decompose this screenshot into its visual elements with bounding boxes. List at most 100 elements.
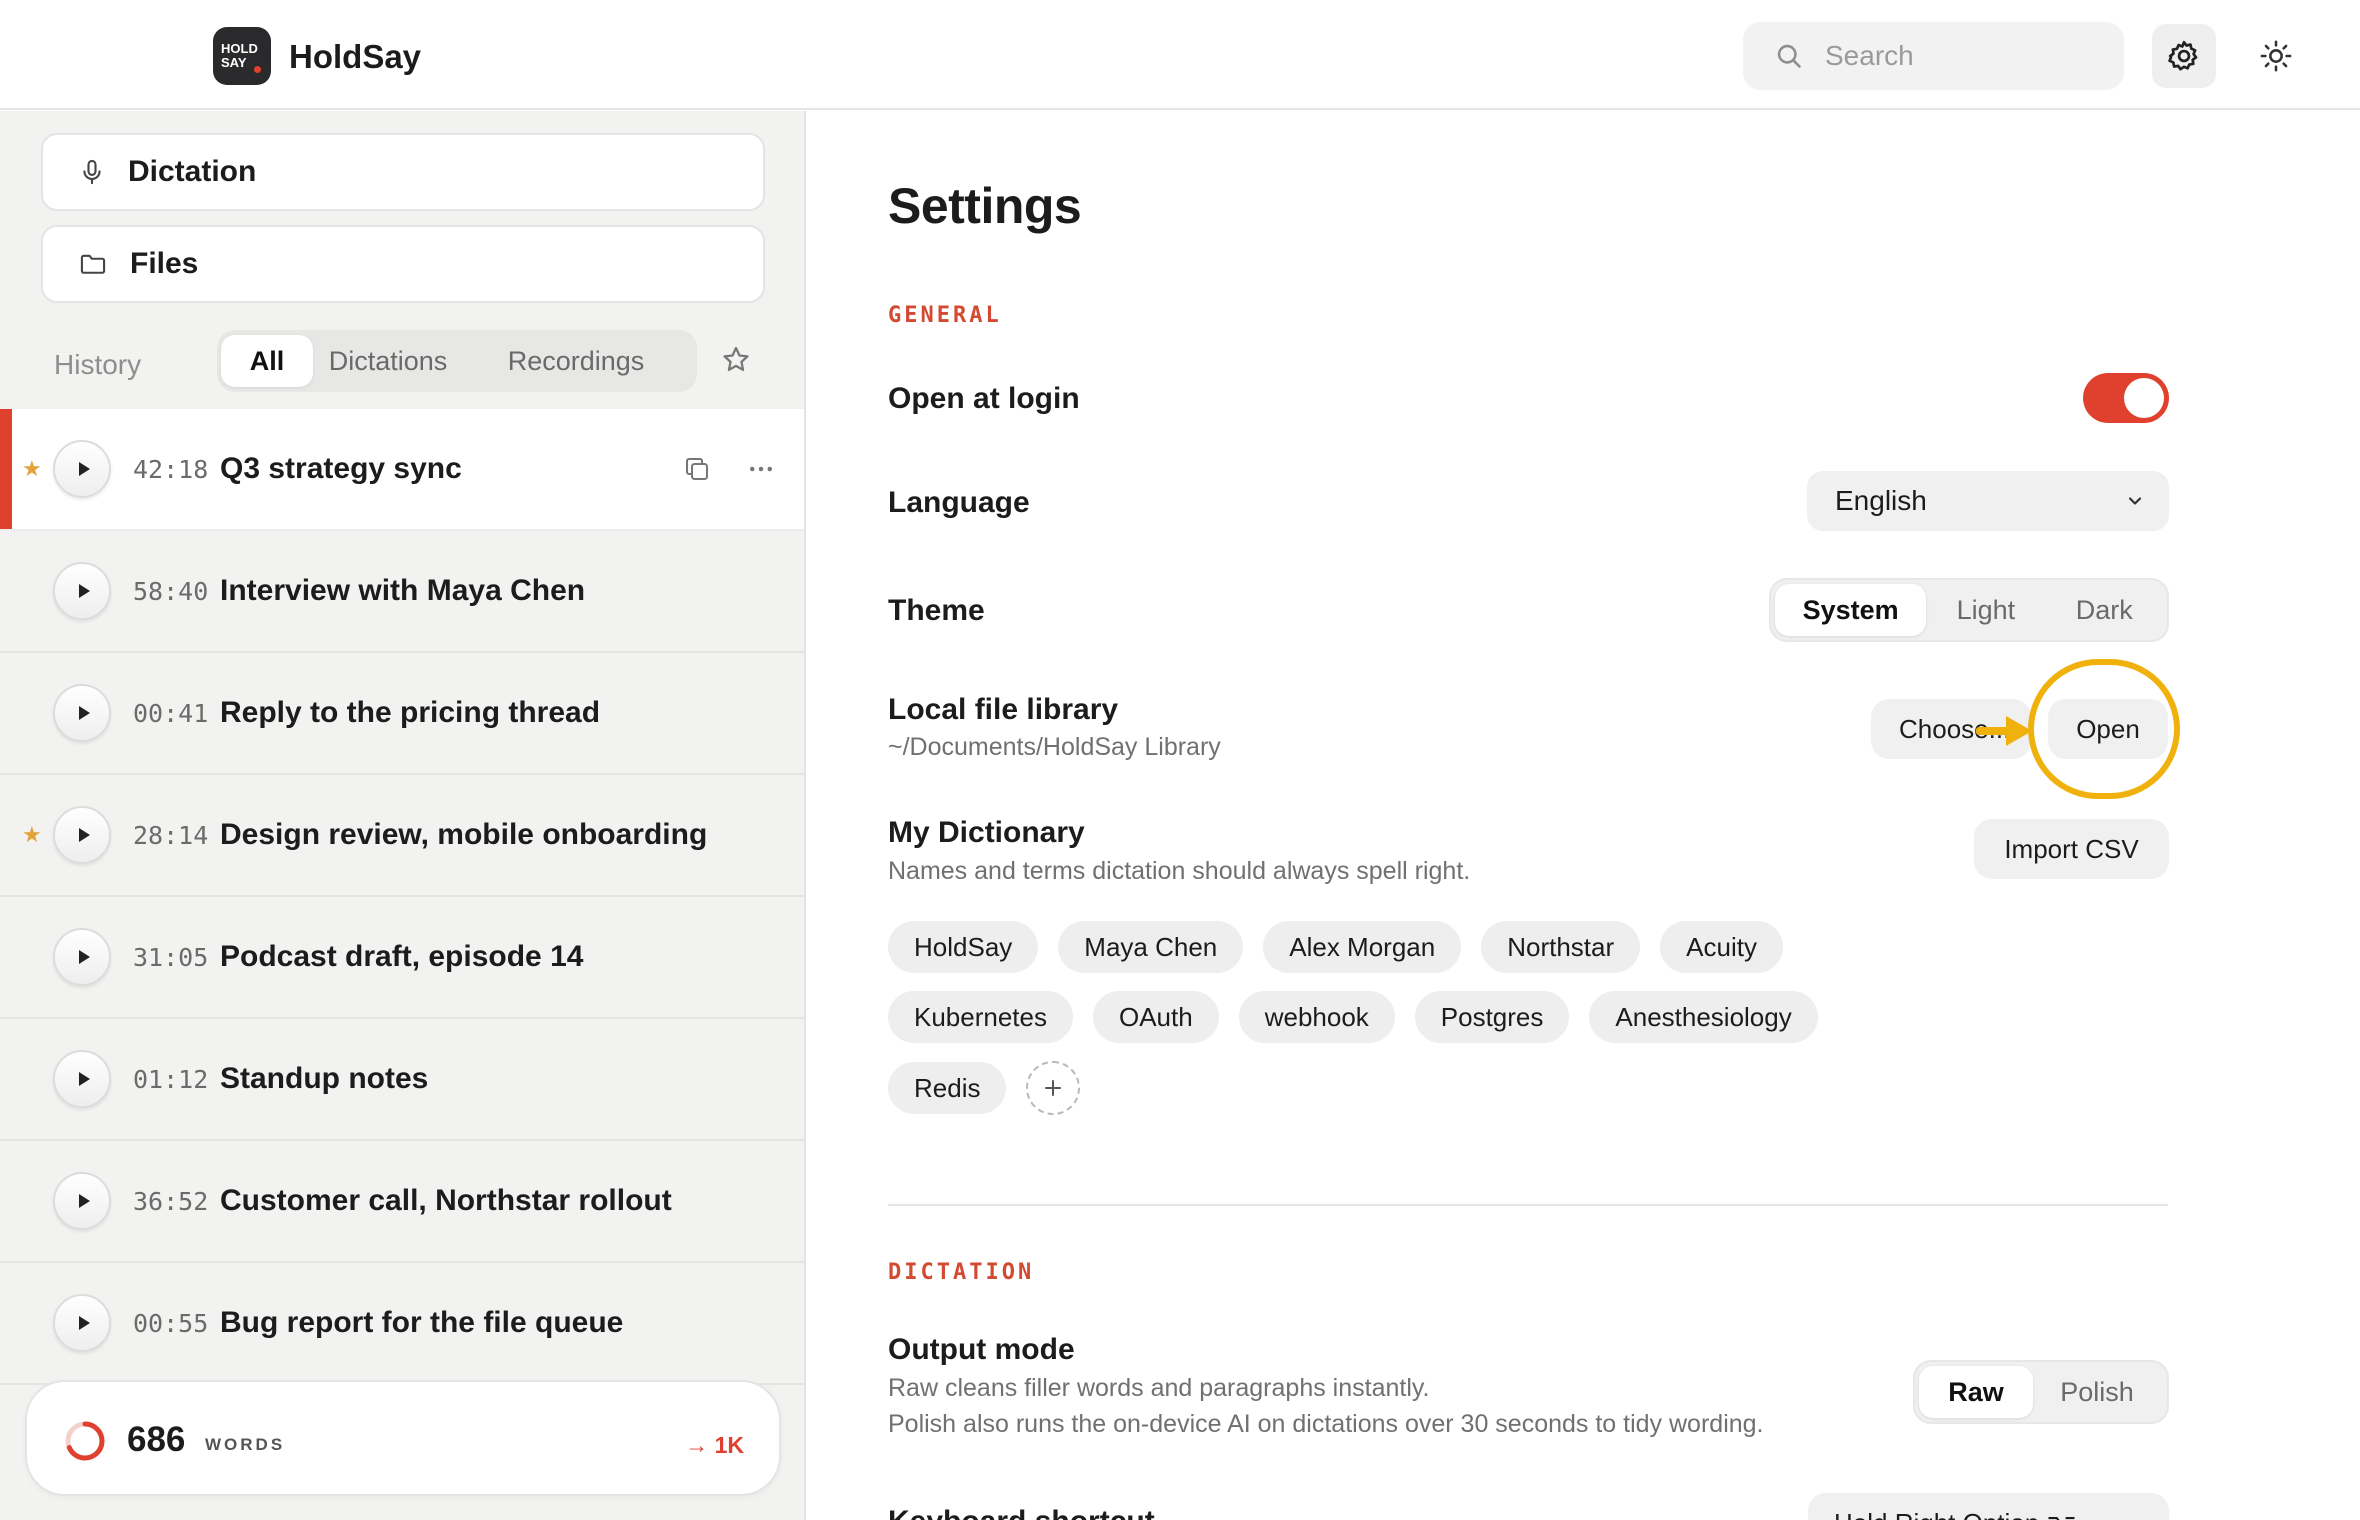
history-item[interactable]: 00:41 Reply to the pricing thread: [0, 653, 804, 775]
filter-all[interactable]: All: [221, 335, 313, 387]
filter-recordings[interactable]: Recordings: [463, 335, 689, 387]
page-title: Settings: [888, 178, 1082, 234]
dictionary-term-chip[interactable]: Alex Morgan: [1263, 921, 1462, 973]
play-button[interactable]: [53, 1294, 111, 1352]
theme-option-dark[interactable]: Dark: [2046, 584, 2163, 636]
history-item[interactable]: 58:40 Interview with Maya Chen: [0, 531, 804, 653]
import-csv-button[interactable]: Import CSV: [1974, 819, 2169, 879]
item-title: Standup notes: [220, 1062, 429, 1095]
history-item[interactable]: 36:52 Customer call, Northstar rollout: [0, 1141, 804, 1263]
item-title: Podcast draft, episode 14: [220, 940, 584, 973]
item-title: Design review, mobile onboarding: [220, 818, 708, 851]
dictionary-term-chip[interactable]: Redis: [888, 1062, 1007, 1114]
dictionary-term-chip[interactable]: Maya Chen: [1058, 921, 1244, 973]
dictionary-term-chip[interactable]: HoldSay: [888, 921, 1039, 973]
sidebar: Dictation Files History All Dictations R…: [0, 111, 806, 1520]
nav-files-button[interactable]: Files: [41, 225, 765, 303]
microphone-icon: [83, 159, 101, 185]
app-title: HoldSay: [289, 38, 422, 75]
dictionary-term-chip[interactable]: Kubernetes: [888, 991, 1073, 1043]
history-item[interactable]: 00:55 Bug report for the file queue: [0, 1263, 804, 1385]
output-mode-description-2: Polish also runs the on-device AI on dic…: [888, 1410, 1764, 1438]
output-mode-raw[interactable]: Raw: [1919, 1366, 2033, 1418]
star-outline-icon: [723, 346, 749, 371]
dictionary-term-chip[interactable]: OAuth: [1092, 991, 1219, 1043]
output-mode-polish[interactable]: Polish: [2033, 1366, 2161, 1418]
language-select[interactable]: English: [1807, 471, 2169, 531]
copy-icon[interactable]: [682, 454, 712, 484]
history-item[interactable]: ★ 42:18 Q3 strategy sync: [0, 409, 804, 531]
dictionary-term-chip[interactable]: Northstar: [1481, 921, 1641, 973]
top-bar: HOLD SAY HoldSay: [0, 0, 2360, 110]
more-icon[interactable]: [746, 454, 776, 484]
history-item[interactable]: 31:05 Podcast draft, episode 14: [0, 897, 804, 1019]
item-duration: 28:14: [133, 820, 209, 850]
theme-option-light[interactable]: Light: [1926, 584, 2045, 636]
progress-ring-icon: [65, 1421, 105, 1461]
item-title: Reply to the pricing thread: [220, 696, 601, 729]
item-duration: 36:52: [133, 1186, 209, 1216]
play-button[interactable]: [53, 440, 111, 498]
theme-label: Theme: [888, 594, 985, 627]
keyboard-shortcut-label: Keyboard shortcut: [888, 1505, 1155, 1520]
theme-toggle-button[interactable]: [2244, 24, 2308, 88]
play-button[interactable]: [53, 806, 111, 864]
add-term-button[interactable]: [1026, 1061, 1081, 1115]
item-duration: 42:18: [133, 454, 209, 484]
favorites-filter-button[interactable]: [720, 344, 752, 381]
search-box[interactable]: [1743, 22, 2124, 90]
item-duration: 58:40: [133, 576, 209, 606]
open-at-login-toggle[interactable]: [2083, 373, 2169, 423]
dictionary-term-chip[interactable]: Anesthesiology: [1589, 991, 1818, 1043]
play-button[interactable]: [53, 928, 111, 986]
search-input[interactable]: [1825, 40, 2085, 72]
logo-text-top: HOLD: [221, 41, 258, 56]
highlight-ring: [2028, 659, 2180, 799]
item-duration: 00:55: [133, 1308, 209, 1338]
word-goal: → 1K: [685, 1432, 744, 1458]
history-item[interactable]: ★ 28:14 Design review, mobile onboarding: [0, 775, 804, 897]
word-count: 686: [127, 1420, 186, 1459]
item-actions: [682, 454, 776, 484]
item-duration: 00:41: [133, 698, 209, 728]
word-count-card[interactable]: 686 WORDS → 1K: [25, 1380, 781, 1496]
output-mode-description-1: Raw cleans filler words and paragraphs i…: [888, 1374, 1430, 1402]
dictionary-term-chip[interactable]: Postgres: [1414, 991, 1570, 1043]
theme-option-system[interactable]: System: [1775, 584, 1927, 636]
language-label: Language: [888, 486, 1030, 519]
dictionary-label: My Dictionary: [888, 816, 1085, 849]
play-button[interactable]: [53, 684, 111, 742]
theme-segmented-control: System Light Dark: [1769, 578, 2169, 642]
dictionary-term-chip[interactable]: webhook: [1238, 991, 1395, 1043]
starred-icon: ★: [22, 456, 42, 481]
item-title: Q3 strategy sync: [220, 452, 462, 485]
nav-dictation-label: Dictation: [128, 155, 257, 188]
app-logo: HOLD SAY: [213, 27, 271, 85]
pointer-arrow-icon: [1976, 716, 2032, 746]
play-button[interactable]: [53, 1172, 111, 1230]
output-mode-label: Output mode: [888, 1333, 1075, 1366]
play-button[interactable]: [53, 1050, 111, 1108]
filter-dictations[interactable]: Dictations: [313, 335, 463, 387]
keyboard-shortcut-button[interactable]: Hold Right Option ⌥: [1808, 1493, 2169, 1520]
item-title: Interview with Maya Chen: [220, 574, 586, 607]
word-count-label: WORDS: [205, 1435, 286, 1454]
dictionary-description: Names and terms dictation should always …: [888, 857, 1471, 885]
search-icon: [1777, 44, 1801, 68]
library-path: ~/Documents/HoldSay Library: [888, 733, 1221, 761]
dictionary-term-chip[interactable]: Acuity: [1660, 921, 1783, 973]
item-title: Customer call, Northstar rollout: [220, 1184, 672, 1217]
section-divider: [888, 1204, 2168, 1206]
play-button[interactable]: [53, 562, 111, 620]
settings-button[interactable]: [2152, 24, 2216, 88]
section-dictation-label: DICTATION: [888, 1260, 1035, 1285]
gear-icon: [2168, 40, 2198, 71]
logo-dot: [254, 66, 261, 73]
item-duration: 31:05: [133, 942, 209, 972]
folder-icon: [80, 254, 106, 274]
nav-dictation-button[interactable]: Dictation: [41, 133, 765, 211]
dictionary-terms: HoldSay Maya Chen Alex Morgan Northstar …: [888, 921, 1888, 1133]
language-value: English: [1835, 485, 1927, 516]
history-item[interactable]: 01:12 Standup notes: [0, 1019, 804, 1141]
logo-text-bottom: SAY: [221, 55, 247, 70]
